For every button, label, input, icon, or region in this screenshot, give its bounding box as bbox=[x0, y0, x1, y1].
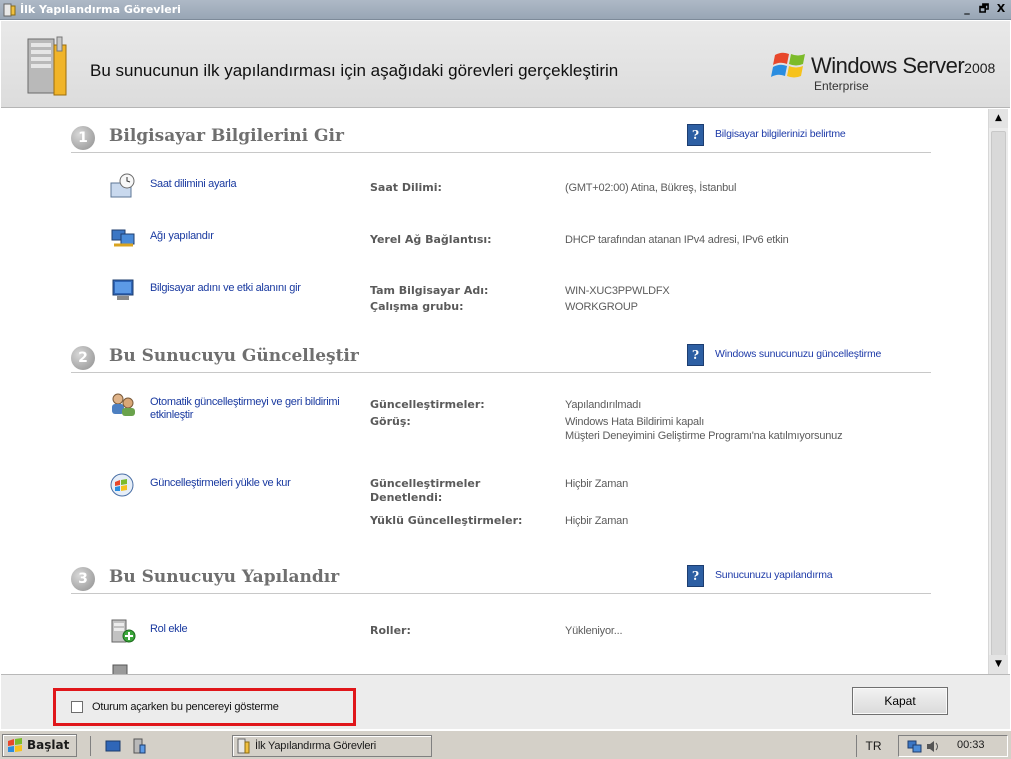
scrollbar-thumb[interactable] bbox=[991, 131, 1006, 656]
computer-name-link[interactable]: Bilgisayar adını ve etki alanını gir bbox=[150, 282, 350, 295]
updates-value: Yapılandırılmadı bbox=[565, 399, 642, 411]
scroll-down-arrow-icon[interactable]: ▼ bbox=[989, 655, 1008, 674]
add-features-icon bbox=[112, 664, 128, 674]
help-book-icon: ? bbox=[687, 344, 704, 366]
brand-edition: Enterprise bbox=[814, 79, 869, 93]
window-title-bar[interactable]: İlk Yapılandırma Görevleri _ 🗗 X bbox=[0, 0, 1011, 20]
section-title: Bilgisayar Bilgilerini Gir bbox=[109, 126, 344, 146]
section-computer-info: 1 Bilgisayar Bilgilerini Gir ? Bilgisaya… bbox=[71, 123, 931, 153]
windows-start-icon bbox=[8, 738, 22, 752]
updates-label: Güncelleştirmeler: bbox=[370, 398, 485, 411]
minimize-button[interactable]: _ bbox=[959, 2, 975, 17]
error-reporting-value: Windows Hata Bildirimi kapalı bbox=[565, 416, 705, 428]
taskbar-config-tasks-button[interactable]: İlk Yapılandırma Görevleri bbox=[232, 735, 432, 757]
network-tray-icon[interactable] bbox=[907, 739, 923, 754]
task-computer-name: Bilgisayar adını ve etki alanını gir bbox=[109, 277, 988, 317]
close-window-button[interactable]: X bbox=[993, 2, 1009, 17]
clock-icon bbox=[110, 173, 135, 198]
add-roles-link[interactable]: Rol ekle bbox=[150, 623, 350, 636]
section-title: Bu Sunucuyu Yapılandır bbox=[109, 567, 340, 587]
install-updates-link[interactable]: Güncelleştirmeleri yükle ve kur bbox=[150, 477, 350, 490]
close-button[interactable]: Kapat bbox=[852, 687, 948, 715]
window-title: İlk Yapılandırma Görevleri bbox=[20, 3, 181, 16]
volume-icon[interactable] bbox=[925, 739, 941, 754]
config-tasks-icon bbox=[237, 738, 250, 754]
section-configure-server: 3 Bu Sunucuyu Yapılandır ? Sunucunuzu ya… bbox=[71, 564, 931, 594]
task-set-time-zone: Saat dilimini ayarla bbox=[109, 173, 988, 213]
workgroup-value: WORKGROUP bbox=[565, 301, 638, 313]
lan-connection-label: Yerel Ağ Bağlantısı: bbox=[370, 233, 492, 246]
computer-icon bbox=[112, 279, 134, 300]
set-time-zone-link[interactable]: Saat dilimini ayarla bbox=[150, 178, 350, 191]
section-number: 1 bbox=[71, 126, 95, 150]
feedback-label: Görüş: bbox=[370, 415, 411, 428]
taskbar: Başlat İlk Yapılandırma Görevleri TR 00:… bbox=[0, 730, 1011, 759]
installed-updates-value: Hiçbir Zaman bbox=[565, 515, 629, 527]
task-configure-network: Ağı yapılandır bbox=[109, 225, 988, 265]
start-button[interactable]: Başlat bbox=[2, 734, 77, 757]
network-icon bbox=[111, 229, 135, 247]
computer-name-value: WIN-XUC3PPWLDFX bbox=[565, 285, 670, 297]
workgroup-label: Çalışma grubu: bbox=[370, 300, 464, 313]
time-zone-label: Saat Dilimi: bbox=[370, 181, 442, 194]
task-install-updates: Güncelleştirmeleri yükle ve kur bbox=[109, 472, 988, 512]
brand-year: 2008 bbox=[964, 60, 996, 76]
tasks-content[interactable]: 1 Bilgisayar Bilgilerini Gir ? Bilgisaya… bbox=[1, 109, 988, 674]
ceip-value: Müşteri Deneyimini Geliştirme Programı'n… bbox=[565, 430, 843, 442]
vertical-scrollbar[interactable]: ▲ ▼ bbox=[988, 109, 1008, 674]
dont-show-at-logon-label[interactable]: Oturum açarken bu pencereyi gösterme bbox=[92, 701, 279, 713]
server-manager-icon[interactable] bbox=[131, 738, 147, 754]
configure-network-link[interactable]: Ağı yapılandır bbox=[150, 230, 350, 243]
windows-flag-icon bbox=[771, 52, 805, 78]
quick-launch bbox=[90, 736, 170, 756]
task-add-roles: Rol ekle bbox=[109, 618, 988, 658]
scroll-up-arrow-icon[interactable]: ▲ bbox=[989, 109, 1008, 128]
restore-button[interactable]: 🗗 bbox=[976, 2, 992, 17]
help-link-text[interactable]: Sunucunuzu yapılandırma bbox=[715, 569, 925, 581]
help-link-text[interactable]: Bilgisayar bilgilerinizi belirtme bbox=[715, 128, 925, 140]
help-link-computer-info[interactable]: ? Bilgisayar bilgilerinizi belirtme bbox=[687, 124, 927, 152]
show-desktop-icon[interactable] bbox=[105, 738, 121, 754]
help-book-icon: ? bbox=[687, 565, 704, 587]
updates-checked-value: Hiçbir Zaman bbox=[565, 478, 629, 490]
users-update-icon bbox=[112, 393, 135, 416]
config-tasks-icon bbox=[3, 3, 16, 17]
section-update-server: 2 Bu Sunucuyu Güncelleştir ? Windows sun… bbox=[71, 343, 931, 373]
header-band: Bu sunucunun ilk yapılandırması için aşa… bbox=[1, 21, 1010, 108]
updates-checked-label: Güncelleştirmeler Denetlendi: bbox=[370, 477, 481, 504]
section-number: 3 bbox=[71, 567, 95, 591]
lan-connection-value: DHCP tarafından atanan IPv4 adresi, IPv6… bbox=[565, 234, 789, 246]
header-instruction: Bu sunucunun ilk yapılandırması için aşa… bbox=[90, 61, 619, 80]
windows-server-logo: Windows Server2008 Enterprise bbox=[771, 49, 1011, 99]
help-link-text[interactable]: Windows sunucunuzu güncelleştirme bbox=[715, 348, 925, 360]
taskbar-button-label: İlk Yapılandırma Görevleri bbox=[255, 740, 376, 752]
brand-name: Windows Server2008 bbox=[811, 53, 996, 78]
installed-updates-label: Yüklü Güncelleştirmeler: bbox=[370, 514, 523, 527]
dont-show-checkbox-highlight: Oturum açarken bu pencereyi gösterme bbox=[53, 688, 356, 726]
add-roles-icon bbox=[111, 619, 136, 643]
task-enable-auto-update: Otomatik güncelleştirmeyi ve geri bildir… bbox=[109, 391, 988, 431]
help-link-configure-server[interactable]: ? Sunucunuzu yapılandırma bbox=[687, 565, 927, 593]
system-tray: 00:33 bbox=[898, 735, 1008, 757]
clock: 00:33 bbox=[957, 739, 985, 751]
help-book-icon: ? bbox=[687, 124, 704, 146]
windows-update-icon bbox=[110, 473, 134, 497]
language-indicator[interactable]: TR bbox=[856, 735, 890, 757]
server-icon bbox=[27, 36, 67, 96]
enable-auto-update-link[interactable]: Otomatik güncelleştirmeyi ve geri bildir… bbox=[150, 396, 360, 422]
start-label: Başlat bbox=[27, 738, 70, 752]
time-zone-value: (GMT+02:00) Atina, Bükreş, İstanbul bbox=[565, 182, 737, 194]
roles-label: Roller: bbox=[370, 624, 411, 637]
section-title: Bu Sunucuyu Güncelleştir bbox=[109, 346, 359, 366]
dont-show-at-logon-checkbox[interactable] bbox=[71, 701, 83, 713]
roles-value: Yükleniyor... bbox=[565, 625, 623, 637]
full-computer-name-label: Tam Bilgisayar Adı: bbox=[370, 284, 489, 297]
help-link-update-server[interactable]: ? Windows sunucunuzu güncelleştirme bbox=[687, 344, 927, 372]
section-number: 2 bbox=[71, 346, 95, 370]
